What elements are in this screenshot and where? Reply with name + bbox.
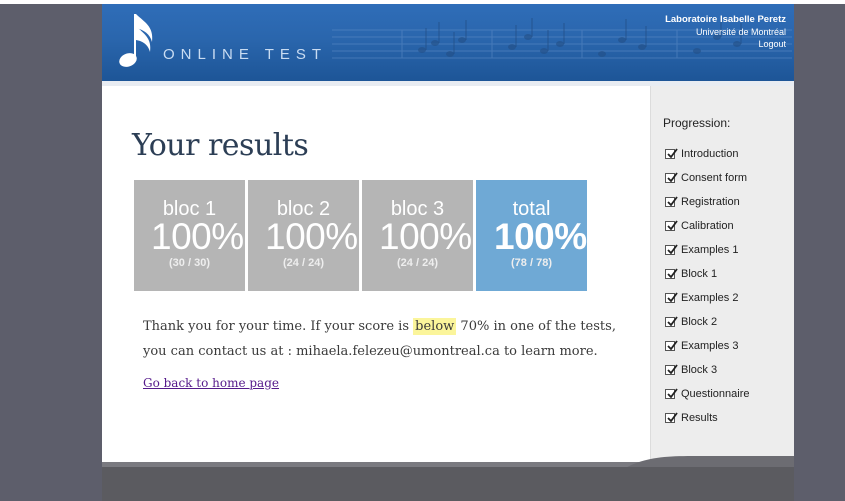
- progression-item-label: Registration: [681, 196, 740, 208]
- progression-item-introduction: Introduction: [665, 148, 750, 172]
- progression-list: Introduction Consent form Registration C…: [665, 148, 750, 436]
- progression-item-examples-2: Examples 2: [665, 292, 750, 316]
- progression-item-calibration: Calibration: [665, 220, 750, 244]
- progression-item-label: Questionnaire: [681, 388, 750, 400]
- progression-item-consent-form: Consent form: [665, 172, 750, 196]
- score-tile-bloc-1: bloc 1 100% (30 / 30): [134, 180, 245, 291]
- progression-item-registration: Registration: [665, 196, 750, 220]
- score-tile-bloc-2: bloc 2 100% (24 / 24): [248, 180, 359, 291]
- page-container: ONLINE TEST Laboratoire Isabelle Peretz …: [102, 4, 794, 501]
- score-count: (78 / 78): [511, 257, 552, 269]
- checkbox-checked-icon: [665, 292, 678, 303]
- checkbox-checked-icon: [665, 340, 678, 351]
- progression-item-label: Block 3: [681, 364, 718, 376]
- checkbox-checked-icon: [665, 148, 678, 159]
- progression-item-label: Results: [681, 412, 718, 424]
- checkbox-checked-icon: [665, 316, 678, 327]
- checkbox-checked-icon: [665, 220, 678, 231]
- progression-item-label: Introduction: [681, 148, 739, 160]
- checkbox-checked-icon: [665, 412, 678, 423]
- footer: [102, 467, 794, 501]
- checkbox-checked-icon: [665, 364, 678, 375]
- progression-item-label: Calibration: [681, 220, 734, 232]
- progression-item-label: Examples 1: [681, 244, 739, 256]
- progression-item-block-1: Block 1: [665, 268, 750, 292]
- score-count: (24 / 24): [397, 257, 438, 269]
- progression-item-examples-1: Examples 1: [665, 244, 750, 268]
- checkbox-checked-icon: [665, 172, 678, 183]
- header-banner: ONLINE TEST Laboratoire Isabelle Peretz …: [102, 4, 794, 81]
- page-title: Your results: [132, 128, 309, 163]
- university-name: Université de Montréal: [695, 27, 786, 37]
- results-message: Thank you for your time. If your score i…: [143, 314, 643, 364]
- progression-item-label: Block 1: [681, 268, 718, 280]
- progression-item-label: Examples 3: [681, 340, 739, 352]
- progression-item-label: Block 2: [681, 316, 718, 328]
- highlighted-word: below: [413, 318, 457, 335]
- score-percent: 100%: [265, 216, 358, 257]
- lab-name: Laboratoire Isabelle Peretz: [665, 14, 786, 25]
- logout-link[interactable]: Logout: [665, 38, 786, 50]
- home-page-link[interactable]: Go back to home page: [143, 376, 279, 390]
- progression-sidebar: Progression: Introduction Consent form R…: [650, 86, 794, 464]
- header-info: Laboratoire Isabelle Peretz Université d…: [665, 14, 786, 50]
- score-percent: 100%: [151, 216, 244, 257]
- checkbox-checked-icon: [665, 244, 678, 255]
- checkbox-checked-icon: [665, 388, 678, 399]
- progression-item-label: Consent form: [681, 172, 748, 184]
- score-count: (24 / 24): [283, 257, 324, 269]
- score-count: (30 / 30): [169, 257, 210, 269]
- score-tile-total: total 100% (78 / 78): [476, 180, 587, 291]
- progression-item-results: Results: [665, 412, 750, 436]
- score-tiles: bloc 1 100% (30 / 30) bloc 2 100% (24 / …: [134, 180, 588, 291]
- score-percent: 100%: [379, 216, 472, 257]
- progression-item-label: Examples 2: [681, 292, 739, 304]
- app-title: ONLINE TEST: [163, 46, 328, 63]
- score-percent: 100%: [494, 216, 587, 257]
- progression-item-block-3: Block 3: [665, 364, 750, 388]
- progression-item-examples-3: Examples 3: [665, 340, 750, 364]
- music-note-icon: [119, 14, 153, 67]
- checkbox-checked-icon: [665, 196, 678, 207]
- progression-item-block-2: Block 2: [665, 316, 750, 340]
- progression-title: Progression:: [663, 116, 731, 130]
- message-text-before: Thank you for your time. If your score i…: [143, 319, 414, 334]
- score-tile-bloc-3: bloc 3 100% (24 / 24): [362, 180, 473, 291]
- checkbox-checked-icon: [665, 268, 678, 279]
- progression-item-questionnaire: Questionnaire: [665, 388, 750, 412]
